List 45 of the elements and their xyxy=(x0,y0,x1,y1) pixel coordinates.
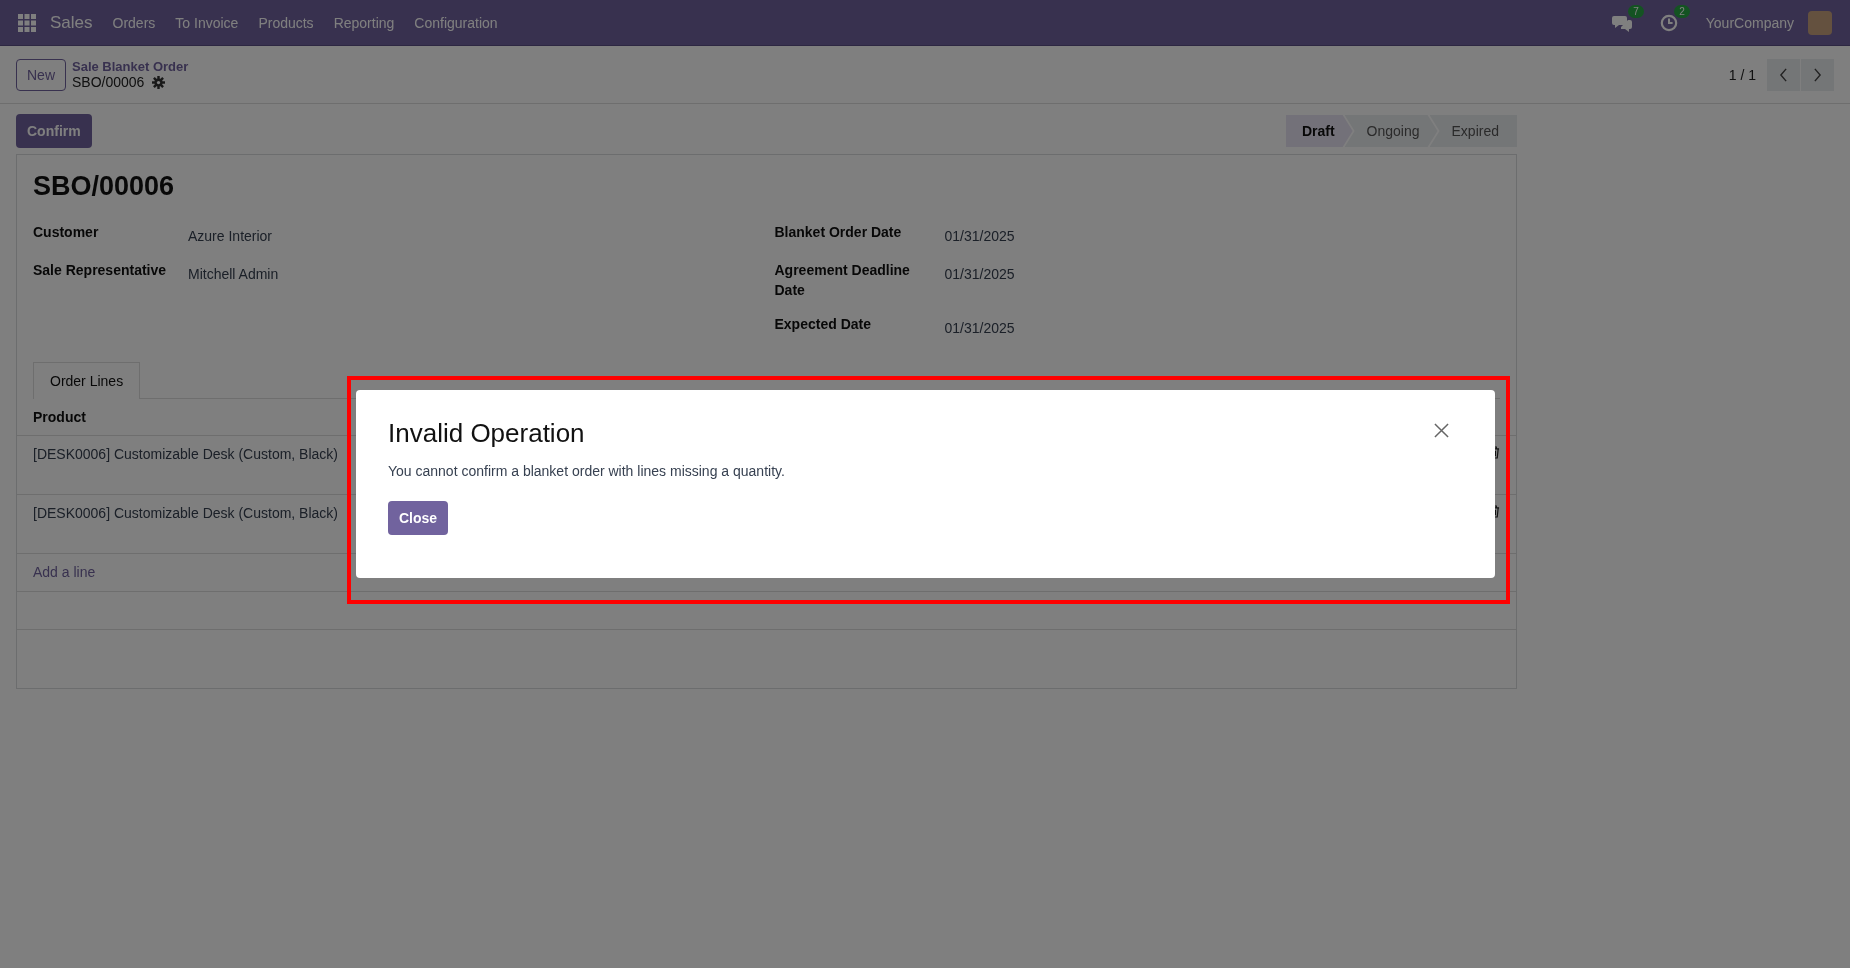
field-value[interactable]: 01/31/2025 xyxy=(944,318,1015,338)
field-label: Agreement Deadline Date xyxy=(774,261,911,300)
notification-badge: 7 xyxy=(1628,4,1644,18)
add-line-link[interactable]: Add a line xyxy=(33,564,96,580)
field-label: Blanket Order Date xyxy=(774,223,903,242)
chat-icon[interactable] xyxy=(1611,13,1632,32)
field-label: Sale Representative xyxy=(33,261,168,280)
menu-item[interactable]: Orders xyxy=(112,14,156,31)
record-title: SBO/00006 xyxy=(33,171,176,202)
dialog-title: Invalid Operation xyxy=(388,418,585,449)
close-icon[interactable] xyxy=(1434,423,1449,438)
app-name[interactable]: Sales xyxy=(50,12,93,33)
clock-icon[interactable] xyxy=(1659,13,1678,32)
close-button[interactable]: Close xyxy=(388,501,449,535)
column-header[interactable]: Product xyxy=(33,409,86,425)
settings-icon[interactable] xyxy=(152,75,166,89)
menu-item[interactable]: To Invoice xyxy=(175,14,239,31)
field-label: Expected Date xyxy=(774,315,872,334)
menu-item[interactable]: Configuration xyxy=(414,14,498,31)
table-cell: [DESK0006] Customizable Desk (Custom, Black) xyxy=(33,505,338,521)
confirm-button[interactable]: Confirm xyxy=(16,114,92,148)
app-grid-icon[interactable] xyxy=(18,13,36,32)
previous-button[interactable] xyxy=(1767,58,1800,91)
menu-item[interactable]: Products xyxy=(258,14,314,31)
company-name[interactable]: YourCompany xyxy=(1705,14,1794,31)
table-cell: [DESK0006] Customizable Desk (Custom, Black) xyxy=(33,446,338,462)
avatar-placeholder[interactable] xyxy=(1808,10,1832,35)
field-value[interactable]: Mitchell Admin xyxy=(188,264,279,284)
pager-text: 1 / 1 xyxy=(1728,66,1756,83)
field-value[interactable]: 01/31/2025 xyxy=(944,226,1015,246)
menu-item[interactable]: Reporting xyxy=(333,14,395,31)
field-value[interactable]: 01/31/2025 xyxy=(944,264,1015,300)
breadcrumb-link[interactable]: Sale Blanket Order xyxy=(72,59,189,74)
chevron-left-icon xyxy=(1779,67,1788,82)
chevron-right-icon xyxy=(1813,67,1822,82)
new-button[interactable]: New xyxy=(16,58,66,91)
tab[interactable]: Order Lines xyxy=(33,362,141,399)
status-step[interactable]: Ongoing xyxy=(1344,115,1438,147)
field-label: Customer xyxy=(33,223,100,242)
dialog-message: You cannot confirm a blanket order with lines missing a quantity. xyxy=(388,463,786,479)
record-name: SBO/00006 xyxy=(72,74,145,90)
field-value[interactable]: Azure Interior xyxy=(188,226,273,246)
next-button[interactable] xyxy=(1801,58,1834,91)
notification-badge: 2 xyxy=(1674,4,1690,18)
status-step[interactable]: Expired xyxy=(1429,115,1517,147)
